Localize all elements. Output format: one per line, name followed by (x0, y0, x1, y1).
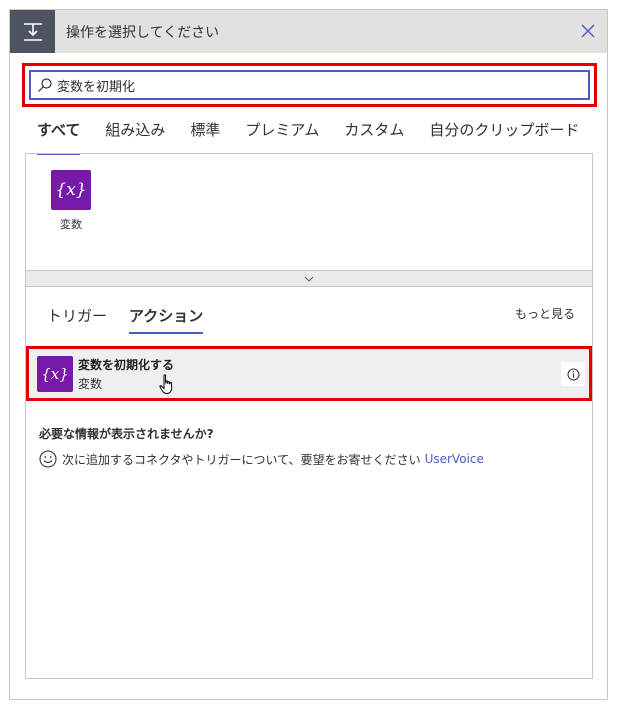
tab-custom[interactable]: カスタム (344, 115, 404, 151)
header-title: 操作を選択してください (66, 24, 220, 41)
see-more-link[interactable]: もっと見る (515, 305, 575, 322)
chevron-down-icon (304, 276, 314, 282)
feedback-line: 次に追加するコネクタやトリガーについて、要望をお寄せください UserVoice (39, 450, 484, 468)
actions-panel: トリガー アクション もっと見る {x} 変数を初期化する 変数 必要な情報が表… (25, 287, 593, 679)
search-highlight (22, 63, 597, 107)
connector-variables[interactable]: {x} 変数 (48, 170, 94, 232)
connector-label: 変数 (60, 218, 82, 231)
close-button[interactable] (578, 21, 598, 41)
info-icon (567, 368, 579, 380)
action-type-tabs: トリガー アクション (47, 305, 225, 334)
action-title: 変数を初期化する (78, 357, 175, 372)
action-highlight: {x} 変数を初期化する 変数 (26, 346, 592, 401)
tab-triggers[interactable]: トリガー (47, 305, 107, 332)
insert-step-icon (10, 10, 55, 53)
uservoice-link[interactable]: UserVoice (425, 452, 484, 466)
tab-standard[interactable]: 標準 (190, 115, 220, 151)
tab-all[interactable]: すべて (37, 115, 81, 155)
tab-builtin[interactable]: 組み込み (105, 115, 165, 151)
category-tabs: すべて 組み込み 標準 プレミアム カスタム 自分のクリップボード (37, 115, 604, 155)
tab-my-clipboard[interactable]: 自分のクリップボード (429, 115, 579, 151)
feedback-text: 次に追加するコネクタやトリガーについて、要望をお寄せください (62, 452, 421, 467)
variable-icon: {x} (51, 170, 91, 210)
smiley-icon (39, 450, 57, 468)
variable-icon: {x} (37, 355, 73, 392)
tab-premium[interactable]: プレミアム (245, 115, 319, 151)
collapse-toggle[interactable] (25, 270, 593, 287)
tab-actions[interactable]: アクション (129, 305, 204, 334)
card-header: 操作を選択してください (10, 10, 607, 53)
search-box[interactable] (29, 70, 590, 100)
search-input[interactable] (57, 77, 557, 93)
info-button[interactable] (561, 362, 585, 386)
connector-list: {x} 変数 (25, 153, 593, 288)
help-question: 必要な情報が表示されませんか? (39, 427, 214, 441)
search-icon (38, 78, 52, 92)
action-initialize-variable[interactable]: {x} 変数を初期化する 変数 (29, 349, 589, 398)
hand-cursor-icon (159, 374, 173, 395)
choose-operation-card: 操作を選択してください すべて 組み込み 標準 プレミアム カスタム 自分のクリ… (9, 9, 608, 700)
close-icon (581, 24, 595, 38)
